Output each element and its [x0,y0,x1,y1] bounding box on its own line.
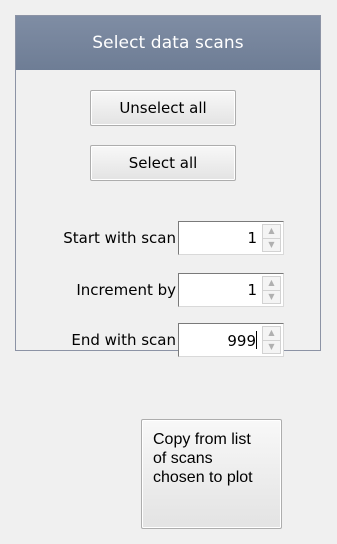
spin-down-icon[interactable]: ▼ [262,290,281,304]
increment-input[interactable]: 1 [247,281,257,299]
start-scan-input[interactable]: 1 [247,229,257,247]
spin-up-icon[interactable]: ▲ [262,276,281,291]
increment-row: Increment by 1 ▲ ▼ [16,273,322,309]
copy-from-plot-list-button[interactable]: Copy from list of scans chosen to plot [141,419,282,529]
spin-down-icon[interactable]: ▼ [262,238,281,252]
start-scan-row: Start with scan 1 ▲ ▼ [16,221,322,257]
end-scan-input[interactable]: 999 [227,332,256,350]
end-scan-label: End with scan [71,331,176,349]
end-scan-spin-buttons: ▲ ▼ [262,326,281,354]
increment-label: Increment by [76,281,176,299]
end-scan-input-wrap[interactable]: 999 [227,331,257,350]
start-scan-spin-buttons: ▲ ▼ [262,224,281,252]
scan-selection-window: Select data scans Unselect all Select al… [0,0,337,544]
start-scan-spinbox[interactable]: 1 ▲ ▼ [178,221,284,255]
select-data-scans-panel: Select data scans Unselect all Select al… [15,15,322,357]
spin-up-icon[interactable]: ▲ [262,326,281,341]
end-scan-row: End with scan 999 ▲ ▼ [16,323,322,359]
end-scan-spinbox[interactable]: 999 ▲ ▼ [178,323,284,357]
panel-title: Select data scans [16,16,320,70]
increment-spinbox[interactable]: 1 ▲ ▼ [178,273,284,307]
text-caret [256,331,257,349]
increment-spin-buttons: ▲ ▼ [262,276,281,304]
unselect-all-button[interactable]: Unselect all [90,90,236,126]
spin-up-icon[interactable]: ▲ [262,224,281,239]
spin-down-icon[interactable]: ▼ [262,340,281,354]
start-scan-label: Start with scan [63,229,176,247]
select-all-button[interactable]: Select all [90,145,236,181]
